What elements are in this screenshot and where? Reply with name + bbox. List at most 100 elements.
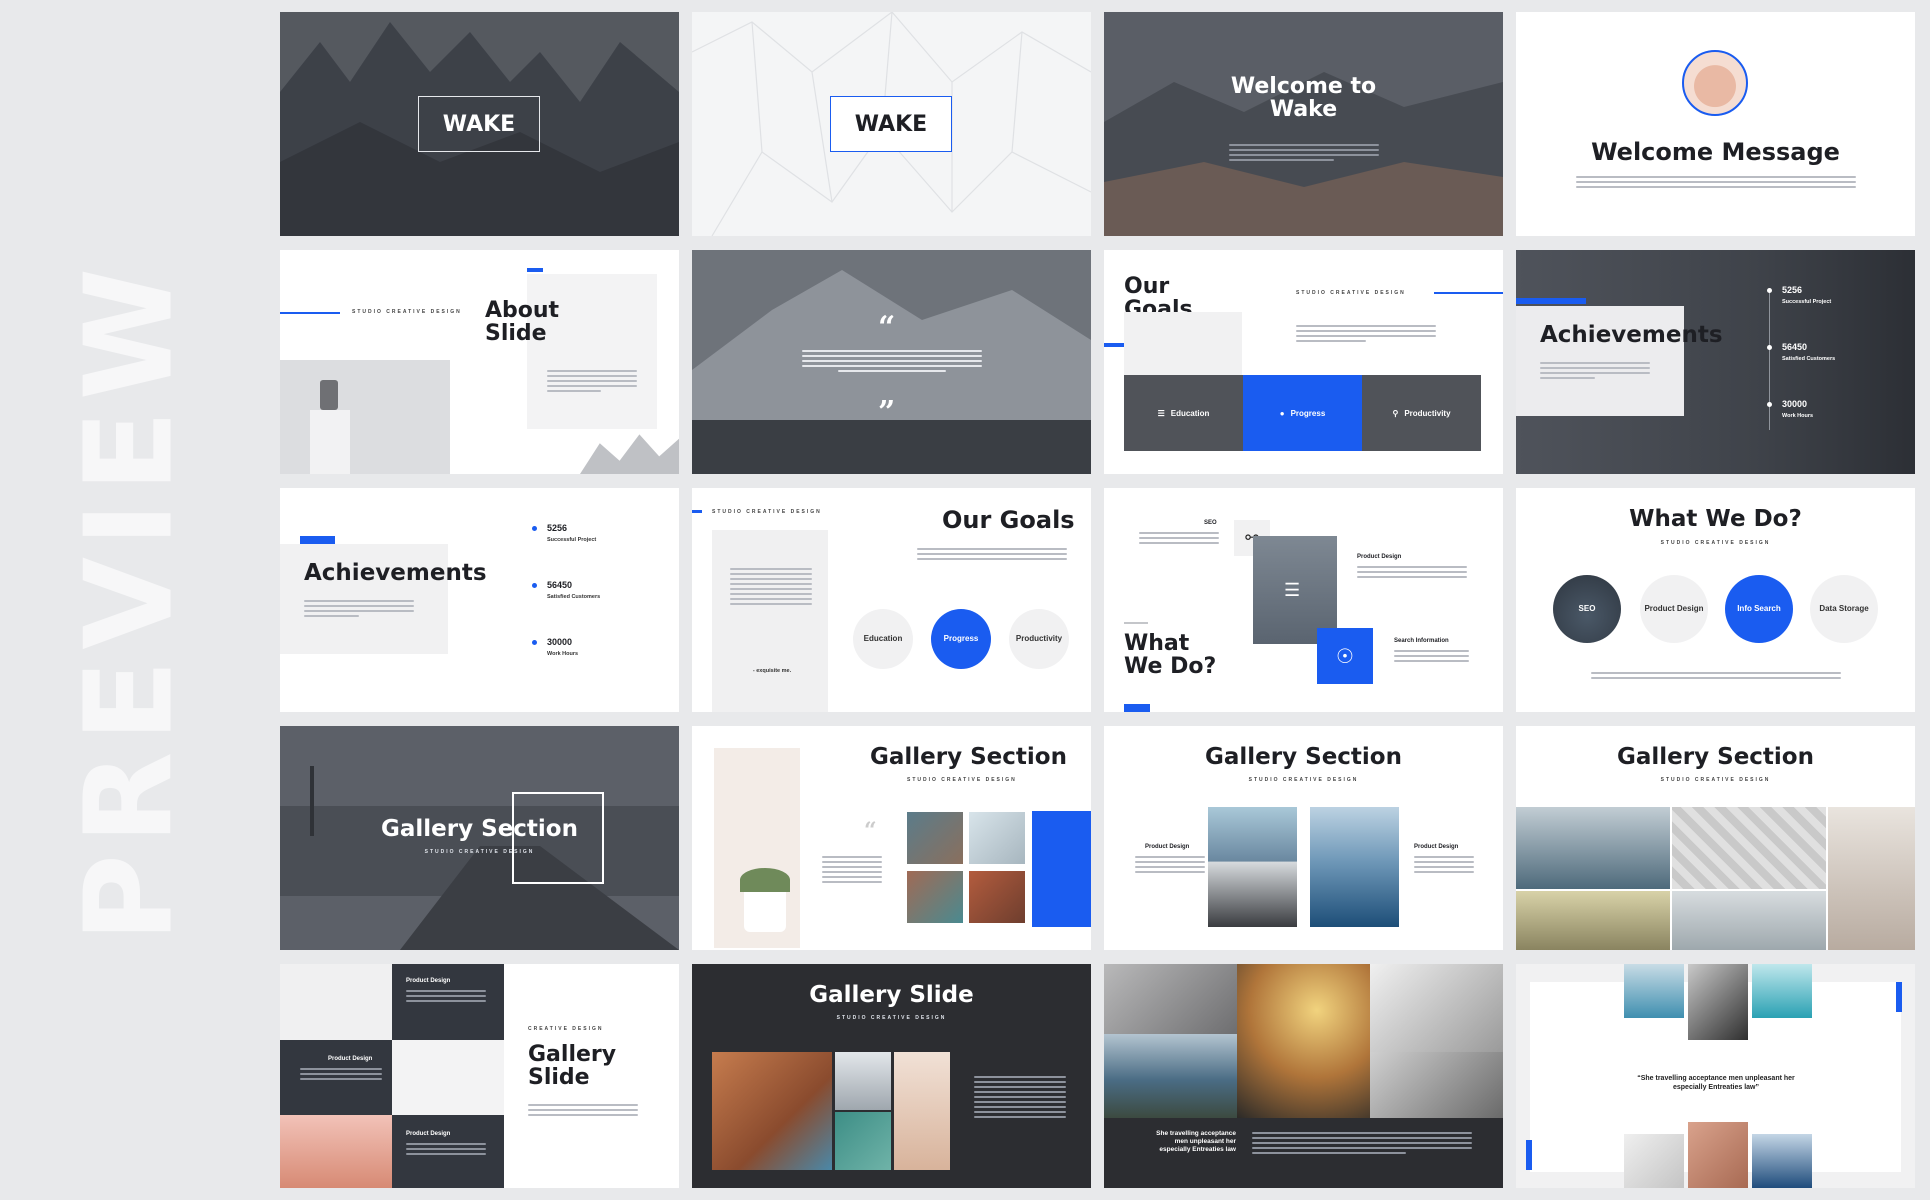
circle-seo[interactable]: SEO [1553, 575, 1621, 643]
slide-8-achievements-dark[interactable]: Achievements 5256 Successful Project 564… [1516, 250, 1915, 474]
body-text [406, 990, 486, 1005]
slide-16-gallery-light[interactable]: Gallery Section STUDIO CREATIVE DESIGN [1516, 726, 1915, 950]
slide-6-quote[interactable]: “ ” [692, 250, 1091, 474]
surfer-image [1672, 891, 1826, 950]
timeline-dot [532, 640, 537, 645]
globe-icon[interactable]: ☉ [1317, 628, 1373, 684]
slide-5-about[interactable]: STUDIO CREATIVE DESIGN About Slide [280, 250, 679, 474]
quote-text: “She travelling acceptance men unpleasan… [1637, 1075, 1795, 1092]
body-text [917, 548, 1067, 563]
quote-text [802, 350, 982, 375]
slide-title: Gallery Section [1205, 744, 1402, 770]
slide-subtitle: STUDIO CREATIVE DESIGN [352, 309, 462, 315]
label-search-information: Search Information [1394, 638, 1449, 644]
slide-15-gallery-light[interactable]: Gallery Section STUDIO CREATIVE DESIGN P… [1104, 726, 1503, 950]
signature: - exquisite me. [752, 668, 792, 674]
drop-icon: ● [1279, 408, 1285, 418]
stat-label: Satisfied Customers [1782, 356, 1836, 362]
plant-image [280, 360, 450, 474]
body-text [1252, 1132, 1472, 1157]
caption: She travelling acceptance men unpleasant… [1156, 1130, 1236, 1154]
slide-9-achievements-light[interactable]: Achievements 5256 Successful Project 564… [280, 488, 679, 712]
photo [969, 871, 1025, 923]
slide-subtitle: STUDIO CREATIVE DESIGN [1248, 777, 1359, 783]
circle-data-storage[interactable]: Data Storage [1810, 575, 1878, 643]
label-product-design: Product Design [1145, 844, 1190, 850]
slide-subtitle: STUDIO CREATIVE DESIGN [712, 509, 822, 515]
surfer-sunset-image [1237, 964, 1370, 1118]
slide-12-what-we-do-circles[interactable]: What We Do? STUDIO CREATIVE DESIGN SEO P… [1516, 488, 1915, 712]
slide-2-title-light[interactable]: WAKE [692, 12, 1091, 236]
accent-block [1032, 811, 1091, 927]
succulent-image [392, 1040, 504, 1115]
link-icon: ⚲ [1392, 408, 1399, 418]
slide-4-welcome-message[interactable]: Welcome Message [1516, 12, 1915, 236]
slide-subtitle: STUDIO CREATIVE DESIGN [836, 1015, 947, 1021]
tile-productivity[interactable]: ⚲ Productivity [1362, 375, 1481, 451]
body-text [1540, 362, 1650, 382]
body-text [528, 1104, 638, 1119]
label-product-design: Product Design [1414, 844, 1459, 850]
tile-progress[interactable]: ● Progress [1243, 375, 1362, 451]
surfer-image [835, 1052, 891, 1110]
stat-label: Successful Project [547, 537, 597, 543]
slide-10-our-goals-circles[interactable]: STUDIO CREATIVE DESIGN - exquisite me. O… [692, 488, 1091, 712]
slide-3-welcome[interactable]: Welcome to Wake [1104, 12, 1503, 236]
tile-education[interactable]: ☰ Education [1124, 375, 1243, 451]
water-image [835, 1112, 891, 1170]
title-frame: WAKE [830, 96, 952, 152]
slide-1-title[interactable]: WAKE [280, 12, 679, 236]
body-text [406, 1143, 486, 1158]
stat-label: Work Hours [1782, 413, 1814, 419]
accent-bar [527, 268, 543, 272]
photo [907, 812, 963, 864]
timeline-dot [1767, 345, 1772, 350]
slide-11-what-we-do[interactable]: SEO ⚯ ☰ ☉ Product Design Search Informat… [1104, 488, 1503, 712]
body-text [304, 600, 414, 620]
body-text [1394, 650, 1469, 665]
layers-icon: ☰ [1157, 408, 1165, 418]
body-text [1229, 144, 1379, 164]
slide-19-collage[interactable]: She travelling acceptance men unpleasant… [1104, 964, 1503, 1188]
timeline-dot [532, 583, 537, 588]
timeline-dot [1767, 402, 1772, 407]
accent-bar [692, 510, 702, 513]
slide-14-gallery-light[interactable]: Gallery Section STUDIO CREATIVE DESIGN “ [692, 726, 1091, 950]
slide-13-gallery-dark[interactable]: Gallery Section STUDIO CREATIVE DESIGN [280, 726, 679, 950]
stat-number: 5256 [1782, 285, 1803, 295]
plants-image [714, 748, 800, 948]
slide-subtitle: STUDIO CREATIVE DESIGN [1660, 540, 1771, 546]
circle-info-search[interactable]: Info Search [1725, 575, 1793, 643]
stat-number: 56450 [547, 580, 573, 590]
stat-label: Successful Project [1782, 299, 1832, 305]
slide-title: Our Goals [942, 506, 1075, 534]
slide-subtitle: STUDIO CREATIVE DESIGN [1660, 777, 1771, 783]
body-text [1414, 856, 1474, 876]
slide-title: Gallery Slide [809, 982, 974, 1008]
photo [1624, 1134, 1684, 1188]
slide-title-line1: Our [1124, 274, 1170, 299]
circle-productivity[interactable]: Productivity [1009, 609, 1069, 669]
lake-image [1516, 807, 1670, 889]
slide-17-gallery-slide[interactable]: Product Design Product Design Product De… [280, 964, 679, 1188]
sailboat-image [1310, 807, 1399, 927]
slide-title: WAKE [854, 111, 928, 137]
pattern-image [1672, 807, 1826, 889]
circle-education[interactable]: Education [853, 609, 913, 669]
slide-7-our-goals[interactable]: Our Goals STUDIO CREATIVE DESIGN ☰ Educat… [1104, 250, 1503, 474]
slide-18-gallery-slide-dark[interactable]: Gallery Slide STUDIO CREATIVE DESIGN [692, 964, 1091, 1188]
slide-20-quote-gallery[interactable]: “She travelling acceptance men unpleasan… [1516, 964, 1915, 1188]
avatar [1682, 50, 1748, 116]
accent-line [280, 312, 340, 314]
circle-product-design[interactable]: Product Design [1640, 575, 1708, 643]
body-text [1296, 325, 1436, 345]
slide-title-line2: Slide [485, 321, 547, 346]
slide-title: Achievements [304, 560, 487, 586]
fjord-image [1104, 1034, 1237, 1118]
circle-progress[interactable]: Progress [931, 609, 991, 669]
photo [1624, 964, 1684, 1018]
quote-text [730, 568, 812, 608]
mountain-image [1104, 12, 1503, 236]
person-image [1828, 807, 1915, 950]
layers-icon: ☰ [1284, 580, 1301, 600]
